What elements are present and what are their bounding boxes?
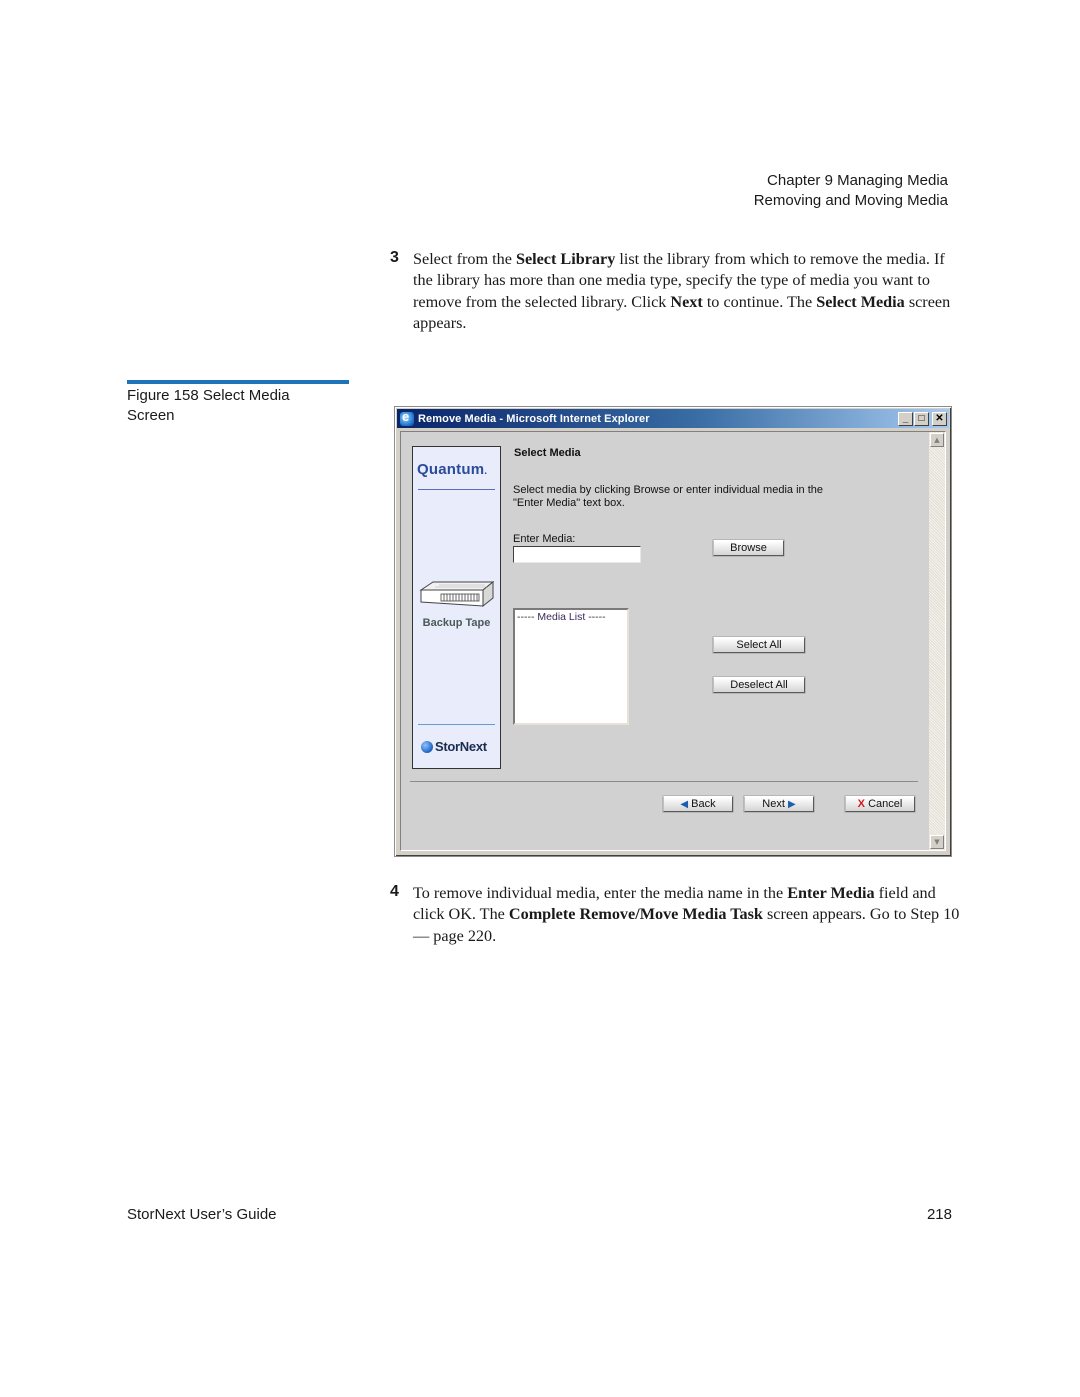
section-title: Removing and Moving Media <box>753 192 948 209</box>
guide-title: StorNext User’s Guide <box>127 1206 277 1223</box>
step-3: 3 Select from the Select Library list th… <box>390 249 960 334</box>
step-text: Select from the Select Library list the … <box>413 249 960 334</box>
maximize-button[interactable]: □ <box>914 411 929 426</box>
deselect-all-button[interactable]: Deselect All <box>713 677 805 693</box>
select-all-button[interactable]: Select All <box>713 637 805 653</box>
media-list[interactable]: ----- Media List ----- <box>513 608 629 725</box>
ui-term: Enter Media <box>787 884 875 902</box>
form-title: Select Media <box>514 447 581 459</box>
window-controls: _ □ ✕ <box>898 411 947 426</box>
figure-caption-line2: Screen <box>127 407 175 424</box>
step-text-segment: to continue. The <box>702 292 817 311</box>
enter-media-label: Enter Media: <box>513 533 576 545</box>
running-header: Chapter 9 Managing Media Removing and Mo… <box>754 171 948 211</box>
figure-rule <box>127 380 349 384</box>
window-titlebar[interactable]: Remove Media - Microsoft Internet Explor… <box>397 409 949 428</box>
quantum-logo: Quantum. <box>417 461 488 478</box>
step-text-segment: Select from the <box>413 250 516 268</box>
window-client-area: Quantum. Backup Tape StorNext Select Med… <box>400 431 946 851</box>
sidebar-divider <box>418 724 495 725</box>
step-number: 4 <box>390 883 399 900</box>
form-footer-divider <box>410 781 918 782</box>
ie-window: Remove Media - Microsoft Internet Explor… <box>394 406 952 857</box>
cancel-button[interactable]: X Cancel <box>845 796 915 812</box>
step-text-segment: To remove individual media, enter the me… <box>413 884 788 902</box>
brand-sidebar: Quantum. Backup Tape StorNext <box>412 446 501 769</box>
step-4: 4 To remove individual media, enter the … <box>390 883 960 947</box>
product-label: Backup Tape <box>422 617 491 629</box>
cancel-x-icon: X <box>857 798 866 810</box>
browse-button[interactable]: Browse <box>713 540 784 556</box>
backup-tape-icon <box>419 580 495 608</box>
enter-media-input[interactable] <box>513 546 641 563</box>
page-number: 218 <box>926 1206 952 1223</box>
form-description: Select media by clicking Browse or enter… <box>513 484 823 509</box>
back-button[interactable]: ◀ Back <box>663 796 733 812</box>
ui-term: Select Library <box>515 250 616 268</box>
back-arrow-icon: ◀ <box>680 799 689 810</box>
sidebar-divider <box>418 489 495 490</box>
ui-term: Next <box>670 292 703 311</box>
step-number: 3 <box>390 249 399 266</box>
internet-explorer-icon <box>400 409 414 426</box>
next-button[interactable]: Next ▶ <box>744 796 814 812</box>
scroll-up-arrow-icon[interactable]: ▲ <box>930 433 944 447</box>
stornext-globe-icon <box>421 740 433 753</box>
minimize-button[interactable]: _ <box>898 411 913 426</box>
media-list-header-option[interactable]: ----- Media List ----- <box>515 610 627 624</box>
ui-term: Select Media <box>816 292 905 311</box>
step-text: To remove individual media, enter the me… <box>413 883 960 947</box>
window-title: Remove Media - Microsoft Internet Explor… <box>418 412 650 425</box>
close-button[interactable]: ✕ <box>932 411 947 426</box>
scroll-down-arrow-icon[interactable]: ▼ <box>930 835 944 849</box>
figure-caption: Figure 158 Select Media Screen <box>127 386 347 426</box>
vertical-scrollbar[interactable]: ▲ ▼ <box>929 432 945 850</box>
stornext-logo: StorNext <box>421 739 487 754</box>
figure-caption-line1: Figure 158 Select Media <box>127 387 290 404</box>
ui-term: Complete Remove/Move Media Task <box>508 905 763 924</box>
chapter-title: Chapter 9 Managing Media <box>767 172 948 189</box>
next-arrow-icon: ▶ <box>787 799 796 810</box>
